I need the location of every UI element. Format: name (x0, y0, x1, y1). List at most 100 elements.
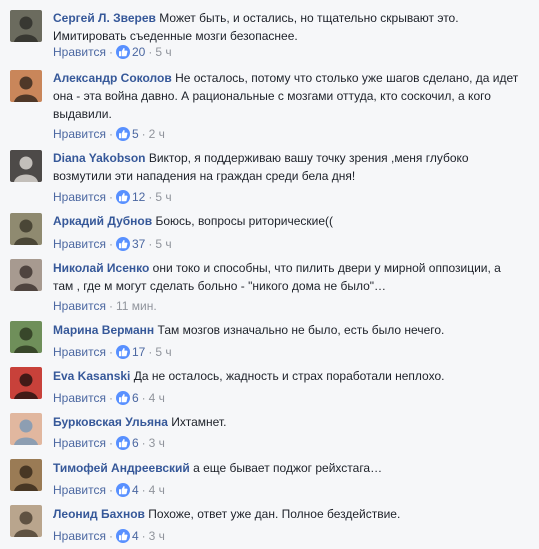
separator: · (108, 345, 113, 359)
separator: · (148, 237, 153, 251)
separator: · (108, 529, 113, 543)
comment-author[interactable]: Eva Kasanski (53, 369, 130, 383)
like-count[interactable]: 5 (132, 127, 139, 141)
separator: · (141, 483, 146, 497)
comment-body: Леонид Бахнов Похоже, ответ уже дан. Пол… (53, 505, 523, 523)
separator: · (108, 237, 113, 251)
thumbs-up-icon (115, 127, 130, 141)
avatar[interactable] (10, 150, 42, 182)
separator: · (108, 391, 113, 405)
comment-timestamp[interactable]: 5 ч (155, 190, 171, 204)
comment-author[interactable]: Аркадий Дубнов (53, 214, 152, 228)
thumbs-up-icon (115, 237, 130, 251)
avatar[interactable] (10, 413, 42, 445)
like-button[interactable]: Нравится (53, 391, 106, 405)
comment-actions: Нравится · 6 · 4 ч (53, 390, 165, 406)
comment-author[interactable]: Тимофей Андреевский (53, 461, 190, 475)
separator: · (148, 345, 153, 359)
avatar[interactable] (10, 70, 42, 102)
like-count[interactable]: 37 (132, 237, 145, 251)
comment-text: Боюсь, вопросы риторические(( (155, 214, 333, 228)
comment-actions: Нравится · 11 мин. (53, 298, 157, 314)
comment-timestamp[interactable]: 11 мин. (116, 299, 157, 313)
comment-body: Александр Соколов Не осталось, потому чт… (53, 69, 523, 123)
comment-text: Да не осталось, жадность и страх поработ… (133, 369, 445, 383)
comment-actions: Нравится · 20 · 5 ч (53, 44, 172, 60)
comment-body: Бурковская Ульяна Ихтамнет. (53, 413, 523, 431)
like-button[interactable]: Нравится (53, 237, 106, 251)
separator: · (108, 127, 113, 141)
comment-actions: Нравится · 4 · 4 ч (53, 482, 165, 498)
like-count[interactable]: 17 (132, 345, 145, 359)
like-button[interactable]: Нравится (53, 45, 106, 59)
comment-timestamp[interactable]: 4 ч (149, 391, 165, 405)
avatar[interactable] (10, 367, 42, 399)
separator: · (108, 45, 113, 59)
like-button[interactable]: Нравится (53, 483, 106, 497)
comment-actions: Нравится · 4 · 3 ч (53, 528, 165, 544)
comment-timestamp[interactable]: 4 ч (149, 483, 165, 497)
comment-author[interactable]: Леонид Бахнов (53, 507, 145, 521)
comment-timestamp[interactable]: 5 ч (155, 345, 171, 359)
comment-author[interactable]: Николай Исенко (53, 261, 149, 275)
like-button[interactable]: Нравится (53, 127, 106, 141)
comment-body: Аркадий Дубнов Боюсь, вопросы риторическ… (53, 212, 523, 230)
comment-actions: Нравится · 5 · 2 ч (53, 126, 165, 142)
comment-timestamp[interactable]: 5 ч (155, 45, 171, 59)
comment-text: Ихтамнет. (171, 415, 227, 429)
separator: · (141, 391, 146, 405)
like-count[interactable]: 6 (132, 436, 139, 450)
like-count[interactable]: 20 (132, 45, 145, 59)
separator: · (108, 299, 113, 313)
like-count[interactable]: 6 (132, 391, 139, 405)
comment-actions: Нравится · 12 · 5 ч (53, 189, 172, 205)
comment-author[interactable]: Александр Соколов (53, 71, 172, 85)
comment-author[interactable]: Марина Верманн (53, 323, 154, 337)
like-count[interactable]: 4 (132, 483, 139, 497)
comment-timestamp[interactable]: 2 ч (149, 127, 165, 141)
comment-text: Похоже, ответ уже дан. Полное бездействи… (148, 507, 401, 521)
comment-author[interactable]: Diana Yakobson (53, 151, 145, 165)
comment-text: а еще бывает поджог рейхстага… (193, 461, 383, 475)
comments-list: Сергей Л. Зверев Может быть, и остались,… (0, 0, 539, 549)
thumbs-up-icon (115, 391, 130, 405)
comment-body: Марина Верманн Там мозгов изначально не … (53, 321, 523, 339)
avatar[interactable] (10, 10, 42, 42)
comment-timestamp[interactable]: 3 ч (149, 436, 165, 450)
comment-body: Николай Исенко они токо и способны, что … (53, 259, 523, 295)
thumbs-up-icon (115, 190, 130, 204)
avatar[interactable] (10, 459, 42, 491)
like-count[interactable]: 12 (132, 190, 145, 204)
like-button[interactable]: Нравится (53, 190, 106, 204)
comment-body: Diana Yakobson Виктор, я поддерживаю ваш… (53, 149, 523, 185)
like-count[interactable]: 4 (132, 529, 139, 543)
comment-timestamp[interactable]: 5 ч (155, 237, 171, 251)
like-button[interactable]: Нравится (53, 299, 106, 313)
thumbs-up-icon (115, 45, 130, 59)
comment-author[interactable]: Сергей Л. Зверев (53, 11, 156, 25)
comment-body: Eva Kasanski Да не осталось, жадность и … (53, 367, 523, 385)
separator: · (141, 529, 146, 543)
like-button[interactable]: Нравится (53, 436, 106, 450)
comment-actions: Нравится · 17 · 5 ч (53, 344, 172, 360)
comment-text: Там мозгов изначально не было, есть было… (157, 323, 445, 337)
thumbs-up-icon (115, 345, 130, 359)
avatar[interactable] (10, 213, 42, 245)
comment-actions: Нравится · 37 · 5 ч (53, 236, 172, 252)
thumbs-up-icon (115, 529, 130, 543)
comment-body: Сергей Л. Зверев Может быть, и остались,… (53, 9, 523, 45)
comment-body: Тимофей Андреевский а еще бывает поджог … (53, 459, 523, 477)
separator: · (141, 127, 146, 141)
comment-timestamp[interactable]: 3 ч (149, 529, 165, 543)
avatar[interactable] (10, 505, 42, 537)
separator: · (148, 190, 153, 204)
like-button[interactable]: Нравится (53, 529, 106, 543)
like-button[interactable]: Нравится (53, 345, 106, 359)
comment-actions: Нравится · 6 · 3 ч (53, 435, 165, 451)
separator: · (108, 483, 113, 497)
avatar[interactable] (10, 321, 42, 353)
avatar[interactable] (10, 259, 42, 291)
thumbs-up-icon (115, 436, 130, 450)
comment-author[interactable]: Бурковская Ульяна (53, 415, 168, 429)
separator: · (141, 436, 146, 450)
